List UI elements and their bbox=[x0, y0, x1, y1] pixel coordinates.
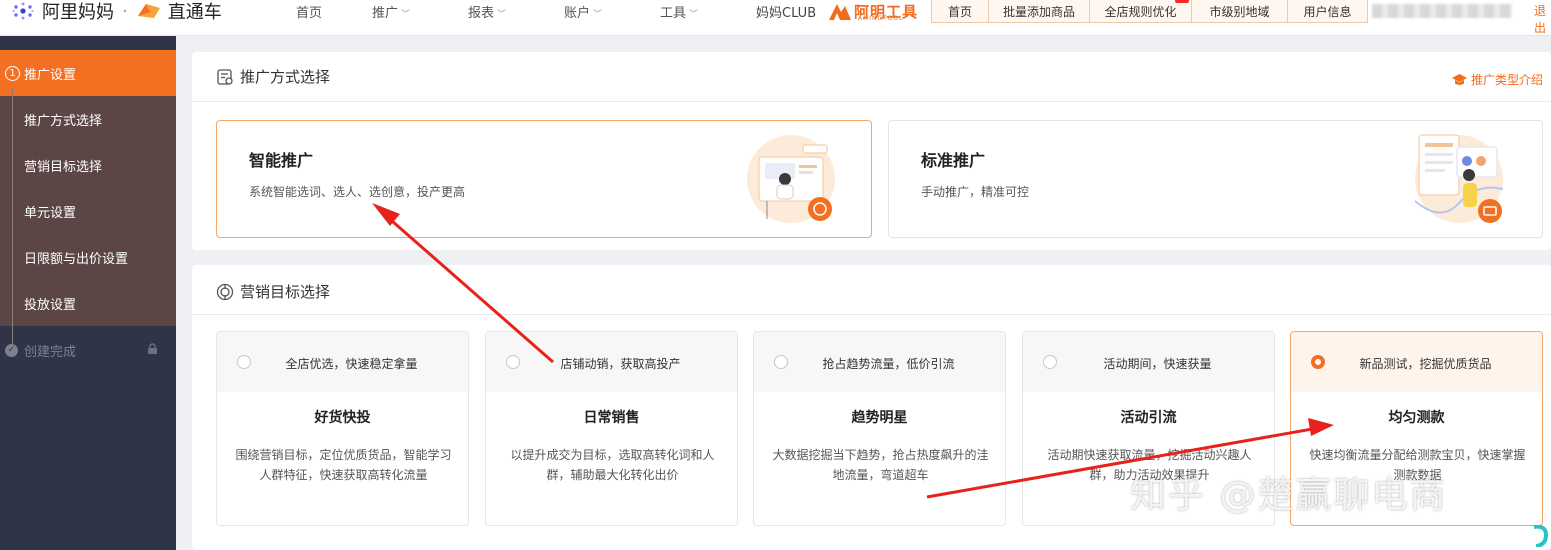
mode-card-title: 标准推广 bbox=[921, 151, 986, 170]
sidebar-item-delivery-settings[interactable]: 投放设置 bbox=[0, 280, 176, 326]
goal-card-daily-sales[interactable]: 店铺动销，获取高投产 日常销售 以提升成交为目标，选取高转化词和人群，辅助最大化… bbox=[485, 331, 738, 526]
sidebar-item-unit-settings[interactable]: 单元设置 bbox=[0, 188, 176, 234]
graduation-cap-icon bbox=[1451, 73, 1467, 85]
goal-name: 趋势明星 bbox=[851, 410, 908, 426]
sidebar-item-label: 推广方式选择 bbox=[24, 113, 103, 129]
goal-desc: 以提升成交为目标，选取高转化词和人群，辅助最大化转化出价 bbox=[510, 448, 715, 482]
sidebar-step-label: 推广设置 bbox=[24, 67, 77, 83]
zhihu-watermark: 知乎 @楚赢聊电商 bbox=[1130, 475, 1448, 516]
sidebar-substeps: 推广方式选择 营销目标选择 单元设置 日限额与出价设置 投放设置 bbox=[0, 96, 176, 326]
panel-title-goal-text: 营销目标选择 bbox=[240, 283, 331, 301]
aming-logo-icon bbox=[829, 4, 851, 20]
nav-account[interactable]: 账户 ﹀ bbox=[564, 2, 602, 21]
nav-tools[interactable]: 工具 ﹀ bbox=[660, 2, 698, 21]
divider bbox=[192, 101, 1551, 102]
panel-title-goal: 营销目标选择 bbox=[216, 281, 330, 302]
form-select-icon bbox=[217, 68, 233, 85]
sidebar-step-line bbox=[12, 88, 13, 353]
new-badge bbox=[1175, 0, 1189, 3]
mode-card-title: 智能推广 bbox=[249, 151, 314, 170]
nav-tools-label: 工具 bbox=[660, 6, 687, 21]
quick-links-bar: 首页 批量添加商品 全店规则优化 市级别地域 用户信息 bbox=[931, 0, 1368, 23]
step-number-badge: 1 bbox=[5, 65, 20, 81]
floating-helper-icon[interactable] bbox=[1530, 525, 1550, 547]
sidebar-step-done: ✓ 创建完成 bbox=[0, 328, 176, 372]
promotion-mode-panel: 推广方式选择 推广类型介绍 智能推广 系统智能选词、选人、选创意，投产更高 标准… bbox=[192, 52, 1551, 250]
goal-tagline: 新品测试，挖掘优质货品 bbox=[1359, 357, 1492, 371]
sidebar-item-label: 单元设置 bbox=[24, 205, 77, 221]
divider bbox=[192, 314, 1551, 315]
quick-link-batch-add[interactable]: 批量添加商品 bbox=[989, 0, 1090, 22]
goal-card-header: 全店优选，快速稳定拿量 bbox=[217, 332, 468, 392]
ztc-logo-icon bbox=[137, 4, 160, 18]
mode-card-desc: 系统智能选词、选人、选创意，投产更高 bbox=[249, 185, 466, 199]
panel-title-mode: 推广方式选择 bbox=[216, 66, 330, 87]
alimama-logo-icon bbox=[12, 2, 34, 20]
goal-name: 均匀测款 bbox=[1388, 410, 1445, 426]
goal-card-header: 抢占趋势流量，低价引流 bbox=[754, 332, 1005, 392]
target-icon bbox=[216, 283, 234, 300]
quick-link-home[interactable]: 首页 bbox=[932, 0, 989, 22]
promotion-type-intro-text: 推广类型介绍 bbox=[1470, 73, 1543, 87]
goal-tagline: 全店优选，快速稳定拿量 bbox=[285, 357, 418, 371]
goal-card-header: 新品测试，挖掘优质货品 bbox=[1291, 332, 1542, 392]
goal-card-trend-star[interactable]: 抢占趋势流量，低价引流 趋势明星 大数据挖掘当下趋势，抢占热度飙升的洼地流量，弯… bbox=[753, 331, 1006, 526]
sidebar-item-label: 日限额与出价设置 bbox=[24, 251, 129, 267]
goal-card-good-quick[interactable]: 全店优选，快速稳定拿量 好货快投 围绕营销目标，定位优质货品，智能学习人群特征，… bbox=[216, 331, 469, 526]
goal-name: 日常销售 bbox=[583, 410, 640, 426]
sidebar-item-mode-select[interactable]: 推广方式选择 bbox=[0, 96, 176, 142]
sidebar-item-label: 营销目标选择 bbox=[24, 159, 103, 175]
goal-tagline: 店铺动销，获取高投产 bbox=[560, 357, 681, 371]
aming-tool-logo[interactable]: 阿明工具 AMINGTOOL bbox=[828, 0, 918, 22]
nav-home-label: 首页 bbox=[296, 6, 323, 21]
alimama-logo[interactable]: 阿里妈妈 · 直通车 bbox=[12, 0, 222, 23]
mode-card-standard[interactable]: 标准推广 手动推广，精准可控 bbox=[888, 120, 1543, 238]
quick-link-user-info[interactable]: 用户信息 bbox=[1288, 0, 1367, 22]
goal-tagline: 抢占趋势流量，低价引流 bbox=[822, 357, 955, 371]
lock-icon bbox=[148, 343, 157, 354]
goal-name: 活动引流 bbox=[1120, 410, 1177, 426]
chevron-down-icon: ﹀ bbox=[593, 10, 603, 20]
sidebar-done-label: 创建完成 bbox=[24, 344, 77, 360]
promotion-type-intro-link[interactable]: 推广类型介绍 bbox=[1451, 71, 1543, 88]
ztc-logo-text: 直通车 bbox=[167, 2, 222, 23]
sidebar-item-goal-select[interactable]: 营销目标选择 bbox=[0, 142, 176, 188]
nav-reports-label: 报表 bbox=[468, 6, 495, 21]
chevron-down-icon: ﹀ bbox=[497, 10, 507, 20]
nav-home[interactable]: 首页 bbox=[296, 2, 322, 21]
chevron-down-icon: ﹀ bbox=[689, 10, 699, 20]
nav-promotion[interactable]: 推广 ﹀ bbox=[372, 2, 410, 21]
check-circle-icon: ✓ bbox=[5, 343, 18, 357]
mode-card-desc: 手动推广，精准可控 bbox=[921, 185, 1030, 199]
quick-link-store-rules-label: 全店规则优化 bbox=[1104, 5, 1177, 19]
quick-link-store-rules[interactable]: 全店规则优化 bbox=[1090, 0, 1192, 22]
sidebar-item-label: 投放设置 bbox=[24, 297, 77, 313]
mode-card-smart[interactable]: 智能推广 系统智能选词、选人、选创意，投产更高 bbox=[216, 120, 872, 238]
sidebar: 1 推广设置 推广方式选择 营销目标选择 单元设置 日限额与出价设置 投放设置 … bbox=[0, 36, 176, 550]
top-bar: 阿里妈妈 · 直通车 首页 推广 ﹀ 报表 ﹀ 账户 ﹀ 工具 ﹀ 妈妈CLUB 阿明工… bbox=[0, 0, 1551, 36]
goal-name: 好货快投 bbox=[314, 410, 371, 426]
sidebar-step-promotion-settings[interactable]: 1 推广设置 bbox=[0, 50, 176, 96]
logo-separator: · bbox=[122, 0, 128, 22]
aming-sub-text: AMINGTOOL bbox=[858, 15, 904, 22]
goal-desc: 大数据挖掘当下趋势，抢占热度飙升的洼地流量，弯道超车 bbox=[772, 448, 989, 482]
blurred-account-name bbox=[1372, 4, 1512, 18]
goal-tagline: 活动期间，快速获量 bbox=[1103, 357, 1212, 371]
chevron-down-icon: ﹀ bbox=[401, 10, 411, 20]
nav-promotion-label: 推广 bbox=[372, 6, 399, 21]
standard-promotion-illustration bbox=[1414, 134, 1504, 223]
panel-title-mode-text: 推广方式选择 bbox=[240, 68, 331, 86]
quick-link-city-region[interactable]: 市级别地域 bbox=[1192, 0, 1288, 22]
goal-card-header: 活动期间，快速获量 bbox=[1023, 332, 1274, 392]
goal-card-header: 店铺动销，获取高投产 bbox=[486, 332, 737, 392]
logout-link[interactable]: 退出 bbox=[1534, 2, 1551, 36]
goal-desc: 围绕营销目标，定位优质货品，智能学习人群特征，快速获取高转化流量 bbox=[235, 448, 452, 482]
nav-reports[interactable]: 报表 ﹀ bbox=[468, 2, 506, 21]
sidebar-item-budget-bid[interactable]: 日限额与出价设置 bbox=[0, 234, 176, 280]
smart-promotion-illustration bbox=[747, 135, 835, 223]
alimama-logo-text: 阿里妈妈 bbox=[42, 2, 114, 23]
nav-account-label: 账户 bbox=[564, 6, 591, 21]
mama-club-link[interactable]: 妈妈CLUB bbox=[756, 2, 816, 21]
